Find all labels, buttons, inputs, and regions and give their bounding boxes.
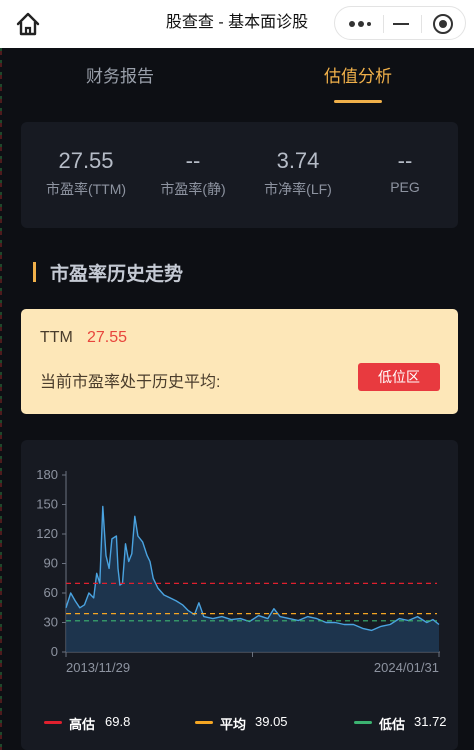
metric-value: 27.55 [58, 148, 114, 173]
legend-swatch-low [354, 721, 372, 724]
legend-high: 高估 69.8 [44, 714, 144, 732]
metric-value: -- [397, 148, 413, 173]
pe-area-fill [66, 506, 439, 652]
y-tick-label: 60 [44, 585, 58, 600]
legend-swatch-high [44, 721, 62, 724]
metric-pe-ttm: 27.55 市盈率(TTM) [31, 148, 141, 199]
title-bar: 股查查 - 基本面诊股 [0, 0, 474, 48]
minimize-icon[interactable] [393, 23, 409, 25]
tab-financial-report[interactable]: 财务报告 [70, 62, 170, 90]
y-tick-label: 150 [36, 497, 58, 512]
legend-low: 低估 31.72 [354, 714, 454, 732]
left-edge-strip [0, 48, 2, 750]
metric-value: -- [185, 148, 201, 173]
metric-label: 市净率(LF) [264, 181, 332, 197]
metric-label: 市盈率(TTM) [45, 181, 127, 197]
zone-badge: 低位区 [358, 363, 440, 391]
pe-history-chart-card: 0 30 60 90 120 150 180 2013/11/29 2024/01/31 [21, 440, 458, 750]
tab-valuation-analysis[interactable]: 估值分析 [308, 62, 408, 90]
mini-program-capsule [334, 6, 466, 40]
x-tick-label: 2013/11/29 [66, 660, 130, 675]
legend-value: 39.05 [255, 714, 288, 729]
y-tick-label: 120 [36, 526, 58, 541]
metric-pb-lf: 3.74 市净率(LF) [243, 148, 353, 199]
y-tick-label: 180 [36, 467, 58, 482]
status-text: 当前市盈率处于历史平均: [40, 374, 221, 391]
legend-name: 高估 [69, 717, 96, 732]
legend-average: 平均 39.05 [195, 714, 295, 732]
close-target-icon[interactable] [433, 14, 453, 34]
section-title: 市盈率历史走势 [50, 264, 184, 285]
capsule-divider [383, 15, 384, 33]
legend-swatch-average [195, 721, 213, 724]
metric-peg: -- PEG [350, 148, 460, 195]
section-marker [33, 262, 36, 282]
ttm-label: TTM [40, 329, 73, 346]
legend-name: 低估 [379, 717, 406, 732]
y-tick-label: 0 [51, 644, 58, 659]
active-tab-indicator [334, 100, 382, 103]
x-tick-label: 2024/01/31 [374, 660, 439, 675]
capsule-divider [421, 15, 422, 33]
valuation-metrics-card: 27.55 市盈率(TTM) -- 市盈率(静) 3.74 市净率(LF) --… [21, 122, 458, 228]
more-icon[interactable] [349, 21, 373, 27]
metric-value: 3.74 [276, 148, 320, 173]
metric-label: PEG [390, 179, 420, 195]
metric-label: 市盈率(静) [160, 181, 226, 197]
metric-pe-static: -- 市盈率(静) [138, 148, 248, 199]
y-tick-label: 90 [44, 556, 58, 571]
pe-status-box: TTM 27.55 当前市盈率处于历史平均: 低位区 [21, 309, 458, 414]
legend-value: 69.8 [105, 714, 131, 729]
legend-value: 31.72 [414, 714, 447, 729]
legend-name: 平均 [220, 717, 247, 732]
pe-history-chart: 0 30 60 90 120 150 180 2013/11/29 2024/01/31 [36, 467, 440, 675]
ttm-value: 27.55 [87, 329, 128, 346]
y-tick-label: 30 [44, 615, 58, 630]
